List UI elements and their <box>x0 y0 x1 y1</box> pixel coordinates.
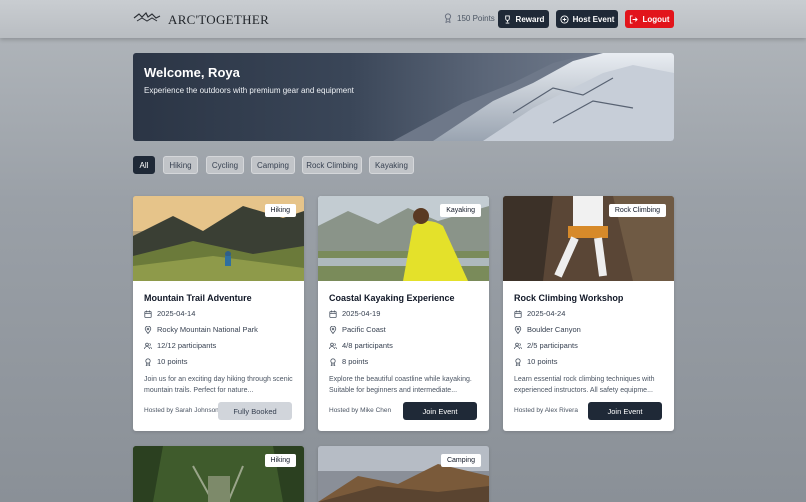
event-location: Pacific Coast <box>329 325 386 334</box>
participants-text: 4/8 participants <box>342 341 393 350</box>
event-card[interactable]: Camping <box>318 446 489 502</box>
filter-cycling[interactable]: Cycling <box>206 156 244 174</box>
event-date: 2025-04-19 <box>329 309 380 318</box>
reward-label: Reward <box>515 14 545 24</box>
event-description: Join us for an exciting day hiking throu… <box>144 376 293 394</box>
event-date: 2025-04-24 <box>514 309 565 318</box>
participants-text: 12/12 participants <box>157 341 217 350</box>
welcome-title: Welcome, Roya <box>144 65 240 80</box>
host-event-label: Host Event <box>572 14 615 24</box>
category-tag: Hiking <box>264 204 296 217</box>
event-participants: 2/5 participants <box>514 341 578 350</box>
map-pin-icon <box>329 325 337 334</box>
date-text: 2025-04-24 <box>527 309 566 318</box>
host-event-button[interactable]: Host Event <box>556 10 618 28</box>
event-card[interactable]: Hiking <box>133 446 304 502</box>
join-event-button[interactable]: Join Event <box>588 402 662 420</box>
date-text: 2025-04-19 <box>342 309 381 318</box>
points-display: 150 Points <box>444 13 495 23</box>
award-icon <box>515 357 521 366</box>
award-icon <box>330 357 336 366</box>
event-description: Explore the beautiful coastline while ka… <box>329 376 472 394</box>
award-icon <box>145 357 151 366</box>
calendar-icon <box>144 310 152 318</box>
event-card[interactable]: Hiking Mountain Trail Adventure 2025-04-… <box>133 196 304 431</box>
event-description: Learn essential rock climbing techniques… <box>514 376 655 394</box>
map-pin-icon <box>514 325 522 334</box>
event-participants: 12/12 participants <box>144 341 216 350</box>
event-card[interactable]: Rock Climbing Rock Climbing Workshop 202… <box>503 196 674 431</box>
category-tag: Kayaking <box>440 204 481 217</box>
filter-camping[interactable]: Camping <box>251 156 295 174</box>
date-text: 2025-04-14 <box>157 309 196 318</box>
fully-booked-button[interactable]: Fully Booked <box>218 402 292 420</box>
event-location: Boulder Canyon <box>514 325 581 334</box>
event-title: Coastal Kayaking Experience <box>329 293 455 303</box>
users-icon <box>144 342 152 349</box>
calendar-icon <box>329 310 337 318</box>
welcome-subtitle: Experience the outdoors with premium gea… <box>144 86 354 95</box>
host-name: Hosted by Alex Rivera <box>514 407 578 414</box>
calendar-icon <box>514 310 522 318</box>
logout-label: Logout <box>642 14 670 24</box>
points-text: 10 points <box>157 357 188 366</box>
trophy-icon <box>504 14 510 24</box>
award-icon <box>444 13 452 23</box>
map-pin-icon <box>144 325 152 334</box>
event-points: 10 points <box>514 357 557 366</box>
filter-kayaking[interactable]: Kayaking <box>369 156 414 174</box>
location-text: Pacific Coast <box>342 325 386 334</box>
points-text: 10 points <box>527 357 558 366</box>
brand-name[interactable]: ARC'TOGETHER <box>168 12 269 28</box>
category-tag: Hiking <box>264 454 296 467</box>
users-icon <box>514 342 522 349</box>
reward-button[interactable]: Reward <box>498 10 549 28</box>
users-icon <box>329 342 337 349</box>
logout-icon <box>630 14 639 24</box>
logout-button[interactable]: Logout <box>625 10 674 28</box>
welcome-banner: Welcome, Roya Experience the outdoors wi… <box>133 53 674 141</box>
category-tag: Camping <box>440 454 481 467</box>
event-points: 8 points <box>329 357 368 366</box>
event-title: Rock Climbing Workshop <box>514 293 624 303</box>
event-points: 10 points <box>144 357 187 366</box>
filter-all[interactable]: All <box>133 156 155 174</box>
host-name: Hosted by Mike Chen <box>329 407 392 414</box>
host-name: Hosted by Sarah Johnson <box>144 407 219 414</box>
plus-circle-icon <box>560 14 569 24</box>
points-text: 8 points <box>342 357 369 366</box>
points-label: 150 Points <box>457 13 495 23</box>
event-card[interactable]: Kayaking Coastal Kayaking Experience 202… <box>318 196 489 431</box>
event-participants: 4/8 participants <box>329 341 393 350</box>
event-date: 2025-04-14 <box>144 309 195 318</box>
join-event-button[interactable]: Join Event <box>403 402 477 420</box>
event-title: Mountain Trail Adventure <box>144 293 252 303</box>
top-header: ARC'TOGETHER 150 Points Reward Host Even… <box>0 0 806 38</box>
participants-text: 2/5 participants <box>527 341 578 350</box>
location-text: Boulder Canyon <box>527 325 581 334</box>
event-location: Rocky Mountain National Park <box>144 325 258 334</box>
bird-logo-icon <box>133 11 161 22</box>
location-text: Rocky Mountain National Park <box>157 325 258 334</box>
filter-rock-climbing[interactable]: Rock Climbing <box>302 156 362 174</box>
filter-hiking[interactable]: Hiking <box>163 156 198 174</box>
category-tag: Rock Climbing <box>608 204 666 217</box>
